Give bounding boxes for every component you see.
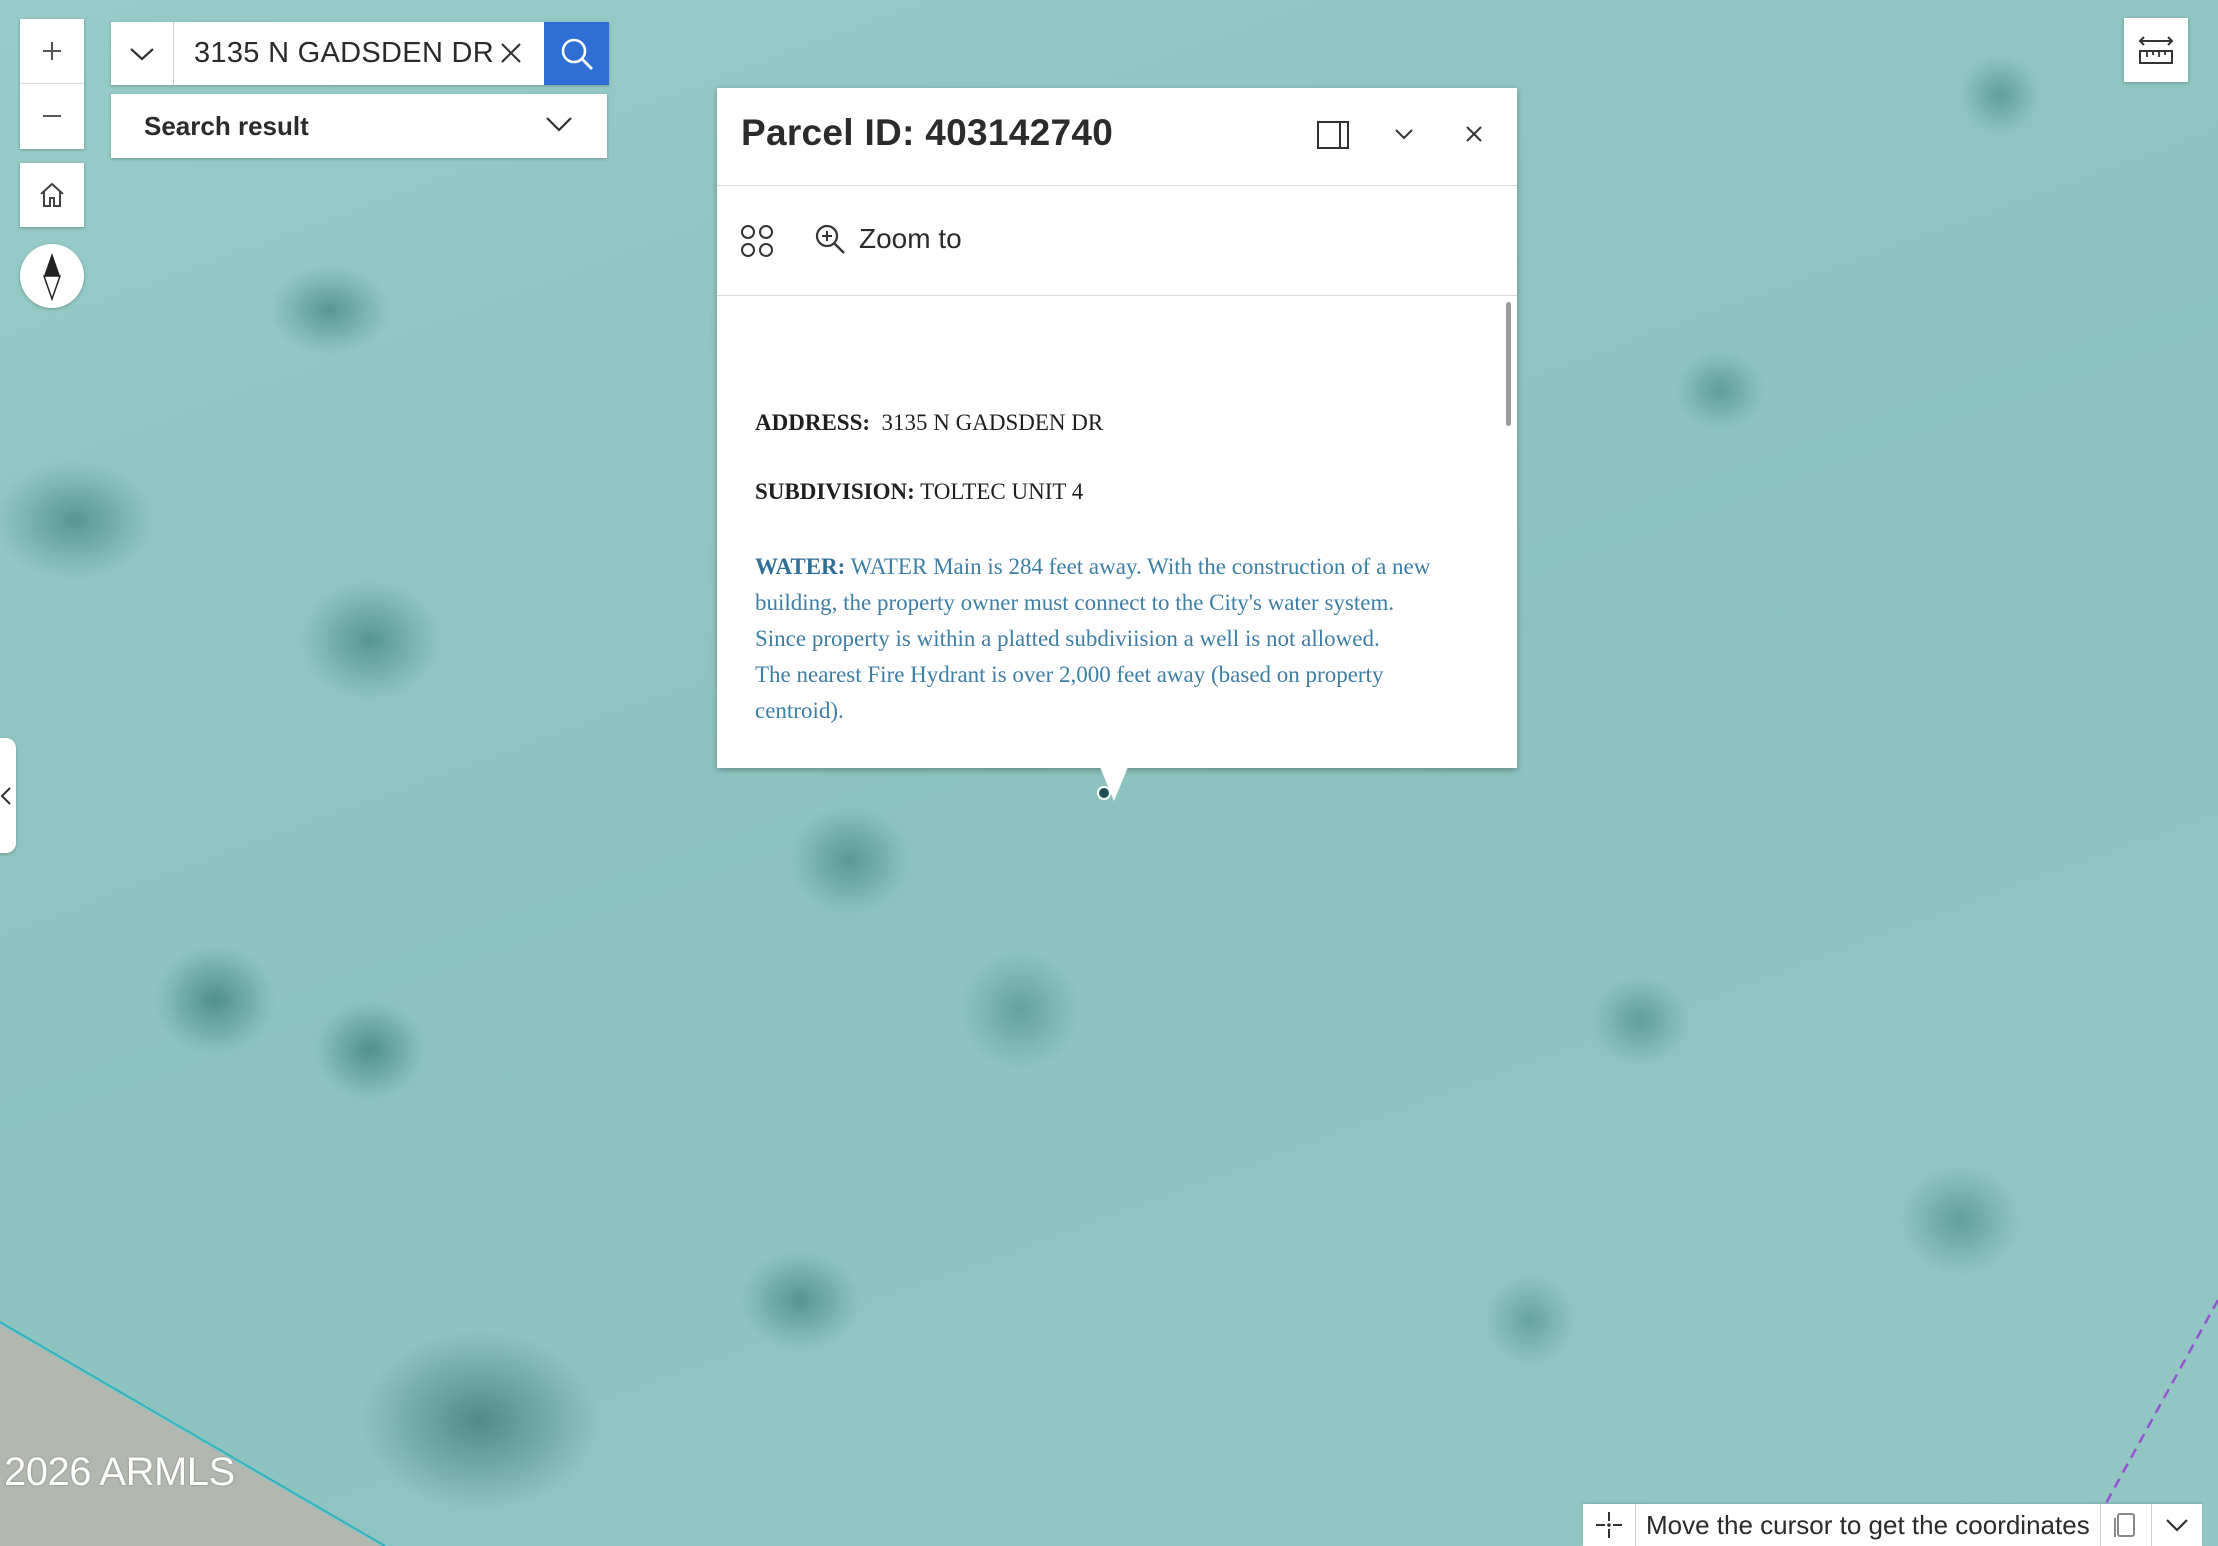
address-field: ADDRESS: 3135 N GADSDEN DR [755, 410, 1103, 436]
minus-icon [43, 115, 61, 117]
apps-icon[interactable] [739, 223, 775, 259]
zoom-controls [20, 19, 84, 149]
measure-button[interactable] [2124, 18, 2188, 82]
copy-coordinates-button[interactable] [2101, 1504, 2152, 1546]
popup-title: Parcel ID: 403142740 [741, 112, 1114, 153]
water-field: WATER: WATER Main is 284 feet away. With… [755, 549, 1465, 729]
address-value: 3135 N GADSDEN DR [881, 410, 1104, 435]
parcel-popup: Parcel ID: 403142740 Zoom to ADDRESS: 31… [717, 88, 1517, 768]
search-result-dropdown[interactable]: Search result [111, 94, 607, 158]
zoom-in-button[interactable] [20, 19, 84, 84]
subdivision-value: TOLTEC UNIT 4 [920, 479, 1084, 504]
copy-icon [2113, 1513, 2135, 1537]
popup-scrollbar[interactable] [1506, 302, 1511, 426]
water-text-1: WATER Main is 284 feet away. With the co… [755, 554, 1431, 615]
water-text-3: The nearest Fire Hydrant is over 2,000 f… [755, 662, 1384, 723]
chevron-left-icon [0, 786, 11, 805]
selected-location-marker[interactable] [1097, 786, 1111, 800]
parcel-shade [0, 1325, 380, 1546]
search-source-dropdown[interactable] [111, 22, 174, 85]
zoom-in-icon [815, 224, 845, 254]
compass-button[interactable] [20, 244, 84, 308]
zoom-to-button[interactable]: Zoom to [813, 222, 962, 256]
clear-search-button[interactable] [496, 38, 526, 68]
popup-actions: Zoom to [717, 186, 1517, 296]
chevron-down-icon [546, 117, 572, 132]
zoom-out-button[interactable] [20, 84, 84, 148]
home-icon [40, 182, 64, 207]
coordinate-options-button[interactable] [2152, 1504, 2202, 1546]
water-label: WATER: [755, 554, 846, 579]
coordinate-mode-button[interactable] [1583, 1504, 1636, 1546]
subdivision-label: SUBDIVISION: [755, 479, 915, 504]
home-button[interactable] [20, 163, 84, 227]
chevron-down-icon[interactable] [1393, 126, 1415, 142]
subdivision-field: SUBDIVISION: TOLTEC UNIT 4 [755, 479, 1083, 505]
side-panel-toggle[interactable] [0, 738, 16, 853]
search-result-label: Search result [144, 110, 309, 141]
search-input-container [174, 22, 544, 85]
coordinate-bar: Move the cursor to get the coordinates [1583, 1504, 2202, 1546]
search-widget [111, 22, 609, 85]
close-icon[interactable] [1464, 124, 1484, 144]
chevron-down-icon [130, 47, 154, 60]
plus-icon [43, 42, 61, 60]
crosshair-icon [1596, 1512, 1622, 1538]
water-text-2: Since property is within a platted subdi… [755, 626, 1380, 651]
dashed-boundary-line [2103, 1299, 2218, 1506]
zoom-to-label: Zoom to [859, 223, 962, 254]
compass-icon [42, 253, 62, 301]
popup-content[interactable]: ADDRESS: 3135 N GADSDEN DR SUBDIVISION: … [717, 296, 1517, 768]
popup-header: Parcel ID: 403142740 [717, 88, 1517, 186]
chevron-down-icon [2165, 1519, 2188, 1532]
map-attribution: 2026 ARMLS [4, 1450, 235, 1494]
ruler-expand-icon [2138, 36, 2174, 64]
close-icon [501, 43, 521, 63]
address-label: ADDRESS: [755, 410, 871, 435]
coordinates-readout: Move the cursor to get the coordinates [1636, 1504, 2101, 1546]
search-button[interactable] [544, 22, 609, 85]
search-icon [561, 38, 593, 70]
search-input[interactable] [192, 36, 496, 71]
dock-icon[interactable] [1316, 120, 1350, 150]
